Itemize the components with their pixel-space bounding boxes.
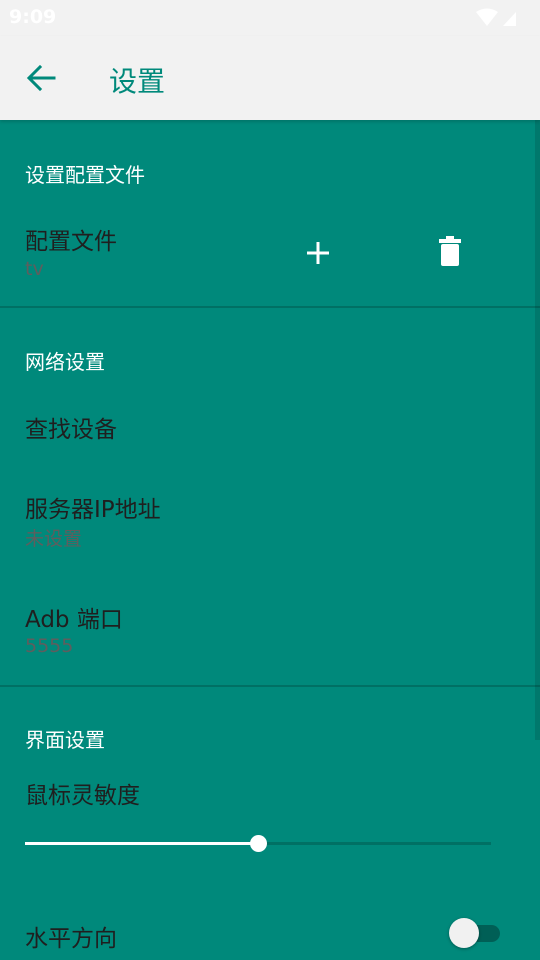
status-time: 9:09 bbox=[9, 6, 57, 28]
slider-thumb[interactable] bbox=[250, 835, 267, 852]
mouse-sensitivity-title: 鼠标灵敏度 bbox=[25, 783, 140, 809]
switch-knob bbox=[449, 918, 479, 948]
adb-port-value: 5555 bbox=[25, 635, 74, 657]
adb-port-title: Adb 端口 bbox=[25, 607, 123, 633]
horizontal-title: 水平方向 bbox=[25, 926, 117, 952]
settings-list: 设置配置文件 配置文件 tv 网络设置 查找设备 服务器IP地址 未设置 Adb… bbox=[0, 120, 540, 960]
horizontal-switch[interactable] bbox=[448, 916, 502, 948]
adb-port-row[interactable]: Adb 端口 5555 bbox=[0, 588, 540, 670]
status-icons bbox=[476, 8, 516, 26]
server-ip-title: 服务器IP地址 bbox=[25, 497, 161, 523]
profile-value: tv bbox=[25, 258, 44, 280]
slider-fill bbox=[25, 842, 258, 845]
arrow-left-icon[interactable] bbox=[26, 64, 56, 92]
status-bar: 9:09 bbox=[0, 0, 540, 36]
wifi-icon bbox=[476, 8, 498, 26]
page-title: 设置 bbox=[109, 65, 166, 98]
find-device-title: 查找设备 bbox=[25, 417, 117, 443]
server-ip-value: 未设置 bbox=[25, 528, 83, 550]
server-ip-row[interactable]: 服务器IP地址 未设置 bbox=[0, 478, 540, 560]
section-title-ui: 界面设置 bbox=[25, 728, 105, 752]
mouse-sensitivity-slider[interactable] bbox=[25, 830, 491, 858]
signal-icon bbox=[503, 12, 516, 26]
section-title-network: 网络设置 bbox=[25, 350, 105, 374]
profile-title: 配置文件 bbox=[25, 229, 117, 255]
find-device-row[interactable]: 查找设备 bbox=[0, 392, 540, 458]
plus-icon[interactable] bbox=[305, 240, 331, 266]
app-bar: 设置 bbox=[0, 36, 540, 120]
divider bbox=[0, 306, 540, 308]
section-title-profile: 设置配置文件 bbox=[25, 163, 145, 187]
divider bbox=[0, 685, 540, 687]
trash-icon[interactable] bbox=[438, 236, 462, 266]
